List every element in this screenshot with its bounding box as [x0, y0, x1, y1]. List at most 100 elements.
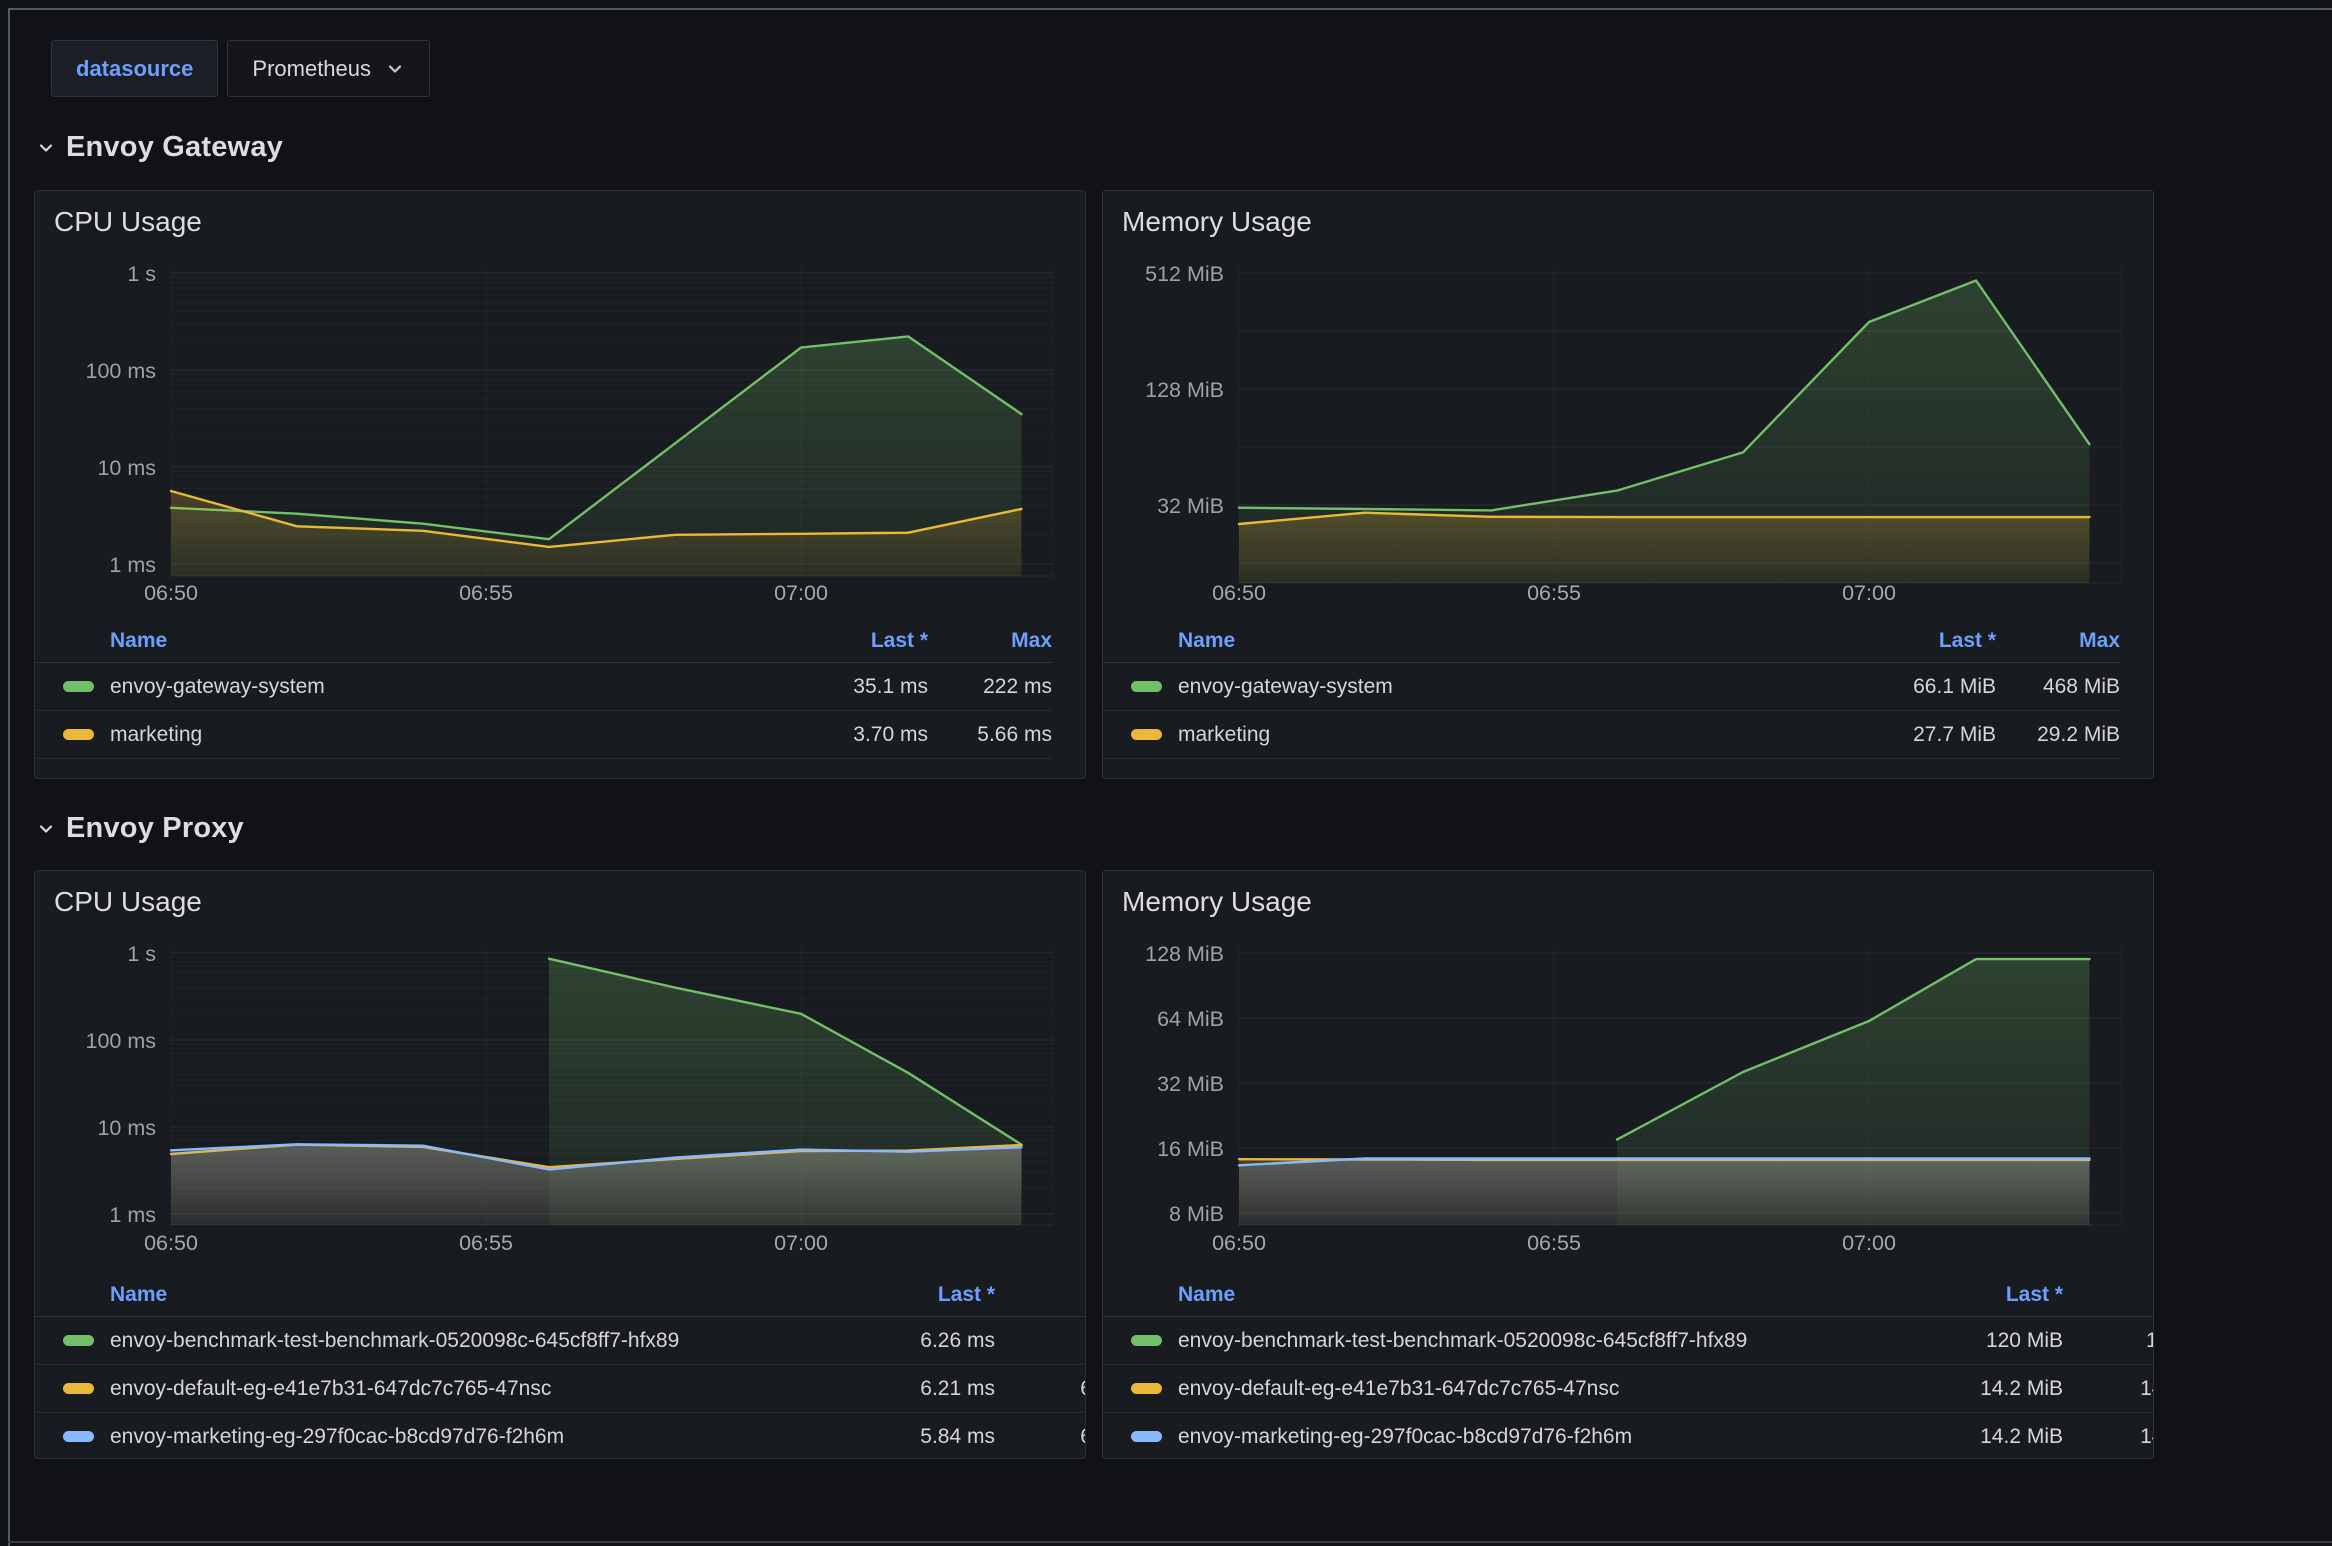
- legend-table: Name Last * Max envoy-gateway-system 66.…: [1103, 619, 2153, 759]
- series-name[interactable]: envoy-benchmark-test-benchmark-0520098c-…: [1178, 1329, 1913, 1353]
- panel-gateway-cpu-usage: CPU Usage 1 s100 ms10 ms1 ms06:5006:5507…: [34, 190, 1086, 779]
- svg-text:64 MiB: 64 MiB: [1157, 1007, 1224, 1031]
- legend-row[interactable]: envoy-default-eg-e41e7b31-647dc7c765-47n…: [1103, 1365, 2153, 1413]
- series-swatch: [1131, 681, 1162, 692]
- panel-title[interactable]: Memory Usage: [1103, 191, 2153, 236]
- legend-row[interactable]: envoy-gateway-system 35.1 ms 222 ms: [35, 663, 1052, 711]
- series-max-value: 5.66 ms: [928, 723, 1052, 747]
- legend-row[interactable]: envoy-marketing-eg-297f0cac-b8cd97d76-f2…: [1103, 1413, 2153, 1459]
- datasource-picker-value: Prometheus: [252, 56, 371, 82]
- legend-row[interactable]: envoy-marketing-eg-297f0cac-b8cd97d76-f2…: [35, 1413, 1085, 1459]
- legend-column-max[interactable]: Max: [995, 1283, 1086, 1307]
- legend-row[interactable]: envoy-benchmark-test-benchmark-0520098c-…: [1103, 1317, 2153, 1365]
- series-swatch: [1131, 1383, 1162, 1394]
- legend-column-name[interactable]: Name: [110, 629, 778, 653]
- legend-column-name[interactable]: Name: [1178, 629, 1846, 653]
- series-last-value: 14.2 MiB: [1913, 1425, 2063, 1449]
- chevron-down-icon: [36, 138, 56, 158]
- series-max-value: 6.27 ms: [995, 1377, 1086, 1401]
- svg-text:100 ms: 100 ms: [85, 1029, 156, 1053]
- legend-row[interactable]: envoy-default-eg-e41e7b31-647dc7c765-47n…: [35, 1365, 1085, 1413]
- series-swatch: [63, 681, 94, 692]
- legend-column-max[interactable]: Max: [2063, 1283, 2154, 1307]
- series-last-value: 6.26 ms: [845, 1329, 995, 1353]
- section-header-envoy-proxy[interactable]: Envoy Proxy: [36, 812, 2332, 845]
- dashboard-variables-toolbar: datasource Prometheus: [51, 40, 2332, 97]
- series-swatch: [1131, 729, 1162, 740]
- legend-header-row: Name Last * Max: [35, 619, 1052, 663]
- svg-text:06:50: 06:50: [1212, 581, 1266, 605]
- series-last-value: 27.7 MiB: [1846, 723, 1996, 747]
- svg-text:1 s: 1 s: [127, 262, 156, 286]
- memory-usage-chart[interactable]: 512 MiB128 MiB32 MiB06:5006:5507:00: [1103, 236, 2153, 619]
- series-swatch: [63, 1335, 94, 1346]
- legend-column-last[interactable]: Last *: [778, 629, 928, 653]
- legend-column-last[interactable]: Last *: [845, 1283, 995, 1307]
- series-swatch: [63, 1431, 94, 1442]
- series-name[interactable]: envoy-marketing-eg-297f0cac-b8cd97d76-f2…: [110, 1425, 845, 1449]
- legend-header-row: Name Last * Max: [1103, 619, 2120, 663]
- series-last-value: 6.21 ms: [845, 1377, 995, 1401]
- series-swatch: [63, 729, 94, 740]
- svg-text:10 ms: 10 ms: [97, 456, 156, 480]
- svg-text:06:55: 06:55: [459, 581, 513, 605]
- series-name[interactable]: marketing: [1178, 723, 1846, 747]
- chevron-down-icon: [385, 59, 405, 79]
- legend-header-row: Name Last * Max: [35, 1273, 1085, 1317]
- legend-table: Name Last * Max envoy-gateway-system 35.…: [35, 619, 1085, 759]
- svg-text:07:00: 07:00: [774, 581, 828, 605]
- memory-usage-chart[interactable]: 128 MiB64 MiB32 MiB16 MiB8 MiB06:5006:55…: [1103, 916, 2153, 1273]
- legend-row[interactable]: marketing 3.70 ms 5.66 ms: [35, 711, 1052, 759]
- legend-column-last[interactable]: Last *: [1846, 629, 1996, 653]
- series-name[interactable]: envoy-default-eg-e41e7b31-647dc7c765-47n…: [110, 1377, 845, 1401]
- series-max-value: 14.2 MiB: [2063, 1377, 2154, 1401]
- panel-title[interactable]: CPU Usage: [35, 191, 1085, 236]
- series-last-value: 66.1 MiB: [1846, 675, 1996, 699]
- svg-text:512 MiB: 512 MiB: [1145, 262, 1224, 286]
- series-max-value: 6.33 ms: [995, 1425, 1086, 1449]
- svg-text:06:55: 06:55: [1527, 581, 1581, 605]
- legend-column-max[interactable]: Max: [928, 629, 1052, 653]
- datasource-picker[interactable]: Prometheus: [227, 40, 430, 97]
- cpu-usage-chart[interactable]: 1 s100 ms10 ms1 ms06:5006:5507:00: [35, 236, 1085, 619]
- svg-text:8 MiB: 8 MiB: [1169, 1202, 1224, 1226]
- legend-row[interactable]: envoy-benchmark-test-benchmark-0520098c-…: [35, 1317, 1085, 1365]
- series-swatch: [1131, 1335, 1162, 1346]
- series-max-value: 29.2 MiB: [1996, 723, 2120, 747]
- legend-row[interactable]: envoy-gateway-system 66.1 MiB 468 MiB: [1103, 663, 2120, 711]
- svg-text:06:50: 06:50: [1212, 1231, 1266, 1255]
- section-header-envoy-gateway[interactable]: Envoy Gateway: [36, 131, 2332, 164]
- svg-text:32 MiB: 32 MiB: [1157, 1072, 1224, 1096]
- legend-column-last[interactable]: Last *: [1913, 1283, 2063, 1307]
- legend-column-name[interactable]: Name: [1178, 1283, 1913, 1307]
- series-name[interactable]: marketing: [110, 723, 778, 747]
- datasource-variable-label[interactable]: datasource: [51, 40, 218, 97]
- series-name[interactable]: envoy-gateway-system: [1178, 675, 1846, 699]
- series-name[interactable]: envoy-benchmark-test-benchmark-0520098c-…: [110, 1329, 845, 1353]
- legend-column-max[interactable]: Max: [1996, 629, 2120, 653]
- svg-text:32 MiB: 32 MiB: [1157, 494, 1224, 518]
- panel-title[interactable]: CPU Usage: [35, 871, 1085, 916]
- series-last-value: 120 MiB: [1913, 1329, 2063, 1353]
- svg-text:06:50: 06:50: [144, 581, 198, 605]
- series-max-value: 120 MiB: [2063, 1329, 2154, 1353]
- series-swatch: [1131, 1431, 1162, 1442]
- series-last-value: 3.70 ms: [778, 723, 928, 747]
- legend-row[interactable]: marketing 27.7 MiB 29.2 MiB: [1103, 711, 2120, 759]
- series-name[interactable]: envoy-gateway-system: [110, 675, 778, 699]
- series-name[interactable]: envoy-marketing-eg-297f0cac-b8cd97d76-f2…: [1178, 1425, 1913, 1449]
- svg-text:1 ms: 1 ms: [109, 1203, 156, 1227]
- legend-header-row: Name Last * Max: [1103, 1273, 2153, 1317]
- panel-gateway-memory-usage: Memory Usage 512 MiB128 MiB32 MiB06:5006…: [1102, 190, 2154, 779]
- legend-column-name[interactable]: Name: [110, 1283, 845, 1307]
- cpu-usage-chart[interactable]: 1 s100 ms10 ms1 ms06:5006:5507:00: [35, 916, 1085, 1273]
- series-max-value: 468 MiB: [1996, 675, 2120, 699]
- series-max-value: 14.2 MiB: [2063, 1425, 2154, 1449]
- section-title: Envoy Gateway: [66, 131, 283, 164]
- panel-title[interactable]: Memory Usage: [1103, 871, 2153, 916]
- svg-text:07:00: 07:00: [774, 1231, 828, 1255]
- panel-proxy-cpu-usage: CPU Usage 1 s100 ms10 ms1 ms06:5006:5507…: [34, 870, 1086, 1459]
- dashboard: datasource Prometheus Envoy Gateway CPU …: [10, 10, 2332, 1546]
- series-last-value: 35.1 ms: [778, 675, 928, 699]
- series-name[interactable]: envoy-default-eg-e41e7b31-647dc7c765-47n…: [1178, 1377, 1913, 1401]
